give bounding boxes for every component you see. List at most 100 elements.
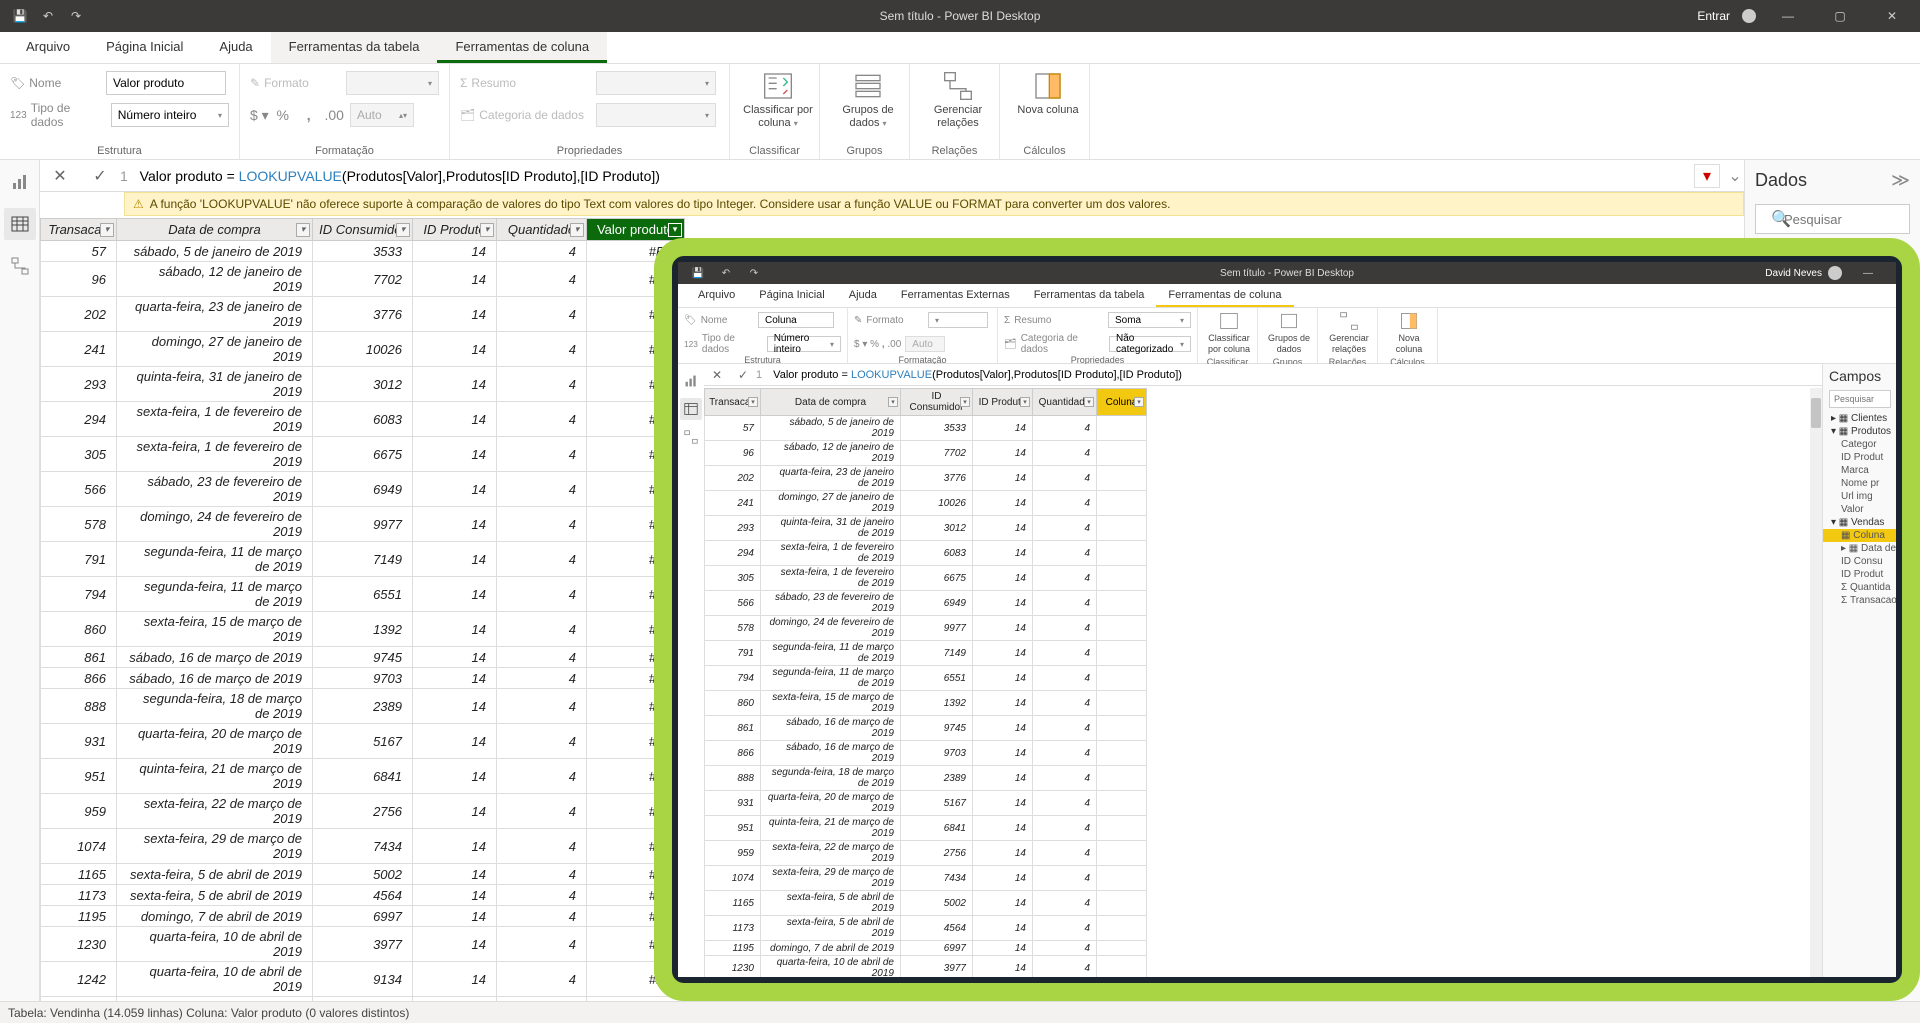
menubar: Arquivo Página Inicial Ajuda Ferramentas…: [0, 32, 1920, 64]
table-row[interactable]: 1230quarta-feira, 10 de abril de 2019397…: [41, 927, 685, 962]
minimize-icon[interactable]: —: [1768, 0, 1808, 32]
table-row[interactable]: 861sábado, 16 de março de 20199745144#ER: [41, 647, 685, 668]
table-row[interactable]: 96sábado, 12 de janeiro de 20197702144#E…: [41, 262, 685, 297]
table-row[interactable]: 578domingo, 24 de fevereiro de 201999771…: [41, 507, 685, 542]
collapse-pane-icon[interactable]: ≫: [1891, 170, 1910, 191]
table-row[interactable]: 202quarta-feira, 23 de janeiro de 201937…: [41, 297, 685, 332]
o-tab-help: Ajuda: [837, 284, 889, 307]
o-min-icon: —: [1848, 262, 1888, 289]
sort-icon: [762, 70, 794, 102]
table-row[interactable]: 959sexta-feira, 22 de março de 201927561…: [41, 794, 685, 829]
formula-commit-icon[interactable]: ✓: [80, 160, 120, 192]
o-table-row: 1195domingo, 7 de abril de 20196997144: [705, 941, 1147, 956]
model-view-button[interactable]: [4, 250, 36, 282]
table-row[interactable]: 794segunda-feira, 11 de março de 2019655…: [41, 577, 685, 612]
o-table-row: 293quinta-feira, 31 de janeiro de 201930…: [705, 516, 1147, 541]
table-row[interactable]: 1242quarta-feira, 10 de abril de 2019913…: [41, 962, 685, 997]
table-row[interactable]: 866sábado, 16 de março de 20199703144#ER: [41, 668, 685, 689]
formula-input[interactable]: 1 Valor produto = LOOKUPVALUE(Produtos[V…: [120, 168, 1694, 184]
avatar-icon[interactable]: [1742, 9, 1756, 23]
warning-icon: ⚠: [133, 197, 144, 211]
o-table-row: 951quinta-feira, 21 de março de 20196841…: [705, 816, 1147, 841]
data-view-button[interactable]: [4, 208, 36, 240]
relations-button[interactable]: Gerenciar relações: [920, 70, 996, 130]
report-view-button[interactable]: [4, 166, 36, 198]
table-row[interactable]: 1165sexta-feira, 5 de abril de 201950021…: [41, 864, 685, 885]
search-icon: 🔍: [1771, 209, 1791, 229]
table-row[interactable]: 57sábado, 5 de janeiro de 20193533144#ER: [41, 241, 685, 262]
formula-expand-icon[interactable]: ⌄: [1726, 166, 1744, 186]
category-select[interactable]: ▾: [596, 103, 716, 127]
o-table-row: 566sábado, 23 de fevereiro de 2019694914…: [705, 591, 1147, 616]
datatype-select[interactable]: Número inteiro▾: [111, 103, 229, 127]
o-fx-cancel: ✕: [704, 364, 730, 386]
o-fields-pane: Campos ▸ ▦ Clientes ▾ ▦ Produtos Categor…: [1822, 364, 1896, 977]
status-text: Tabela: Vendinha (14.059 linhas) Coluna:…: [8, 1006, 409, 1020]
tab-column-tools[interactable]: Ferramentas de coluna: [437, 32, 607, 63]
tab-help[interactable]: Ajuda: [201, 32, 270, 63]
table-row[interactable]: 888segunda-feira, 18 de março de 2019238…: [41, 689, 685, 724]
groups-button[interactable]: Grupos de dados ▾: [830, 70, 906, 130]
o-table-row: 1165sexta-feira, 5 de abril de 201950021…: [705, 891, 1147, 916]
summary-select[interactable]: ▾: [596, 71, 716, 95]
o-table-row: 305sexta-feira, 1 de fevereiro de 201966…: [705, 566, 1147, 591]
col-quantidade[interactable]: Quantidade▾: [497, 219, 587, 241]
col-idconsumidor[interactable]: ID Consumidor▾: [313, 219, 413, 241]
table-row[interactable]: 566sábado, 23 de fevereiro de 2019694914…: [41, 472, 685, 507]
name-input[interactable]: [106, 71, 226, 95]
sort-button[interactable]: Classificar por coluna ▾: [740, 70, 816, 130]
filter-icon[interactable]: ▾: [100, 223, 114, 237]
table-row[interactable]: 1195domingo, 7 de abril de 20196997144#E…: [41, 906, 685, 927]
table-row[interactable]: 241domingo, 27 de janeiro de 20191002614…: [41, 332, 685, 367]
table-row[interactable]: 305sexta-feira, 1 de fevereiro de 201966…: [41, 437, 685, 472]
group-groups: Grupos: [830, 145, 899, 157]
col-data[interactable]: Data de compra▾: [117, 219, 313, 241]
fields-title: Dados: [1755, 170, 1807, 191]
filter-icon[interactable]: ▾: [668, 223, 682, 237]
o-data-view: [680, 398, 702, 420]
table-row[interactable]: 951quinta-feira, 21 de março de 20196841…: [41, 759, 685, 794]
filter-icon[interactable]: ▾: [296, 223, 310, 237]
o-scrollbar: [1810, 388, 1822, 977]
tab-home[interactable]: Página Inicial: [88, 32, 201, 63]
tab-table-tools[interactable]: Ferramentas da tabela: [271, 32, 438, 63]
close-icon[interactable]: ✕: [1872, 0, 1912, 32]
format-symbols[interactable]: $ ▾ % , .00: [250, 107, 344, 124]
filter-icon[interactable]: ▾: [570, 223, 584, 237]
redo-icon[interactable]: ↷: [64, 4, 88, 28]
col-transacao[interactable]: Transacao▾: [41, 219, 117, 241]
save-icon[interactable]: 💾: [8, 4, 32, 28]
formula-cancel-icon[interactable]: ✕: [40, 160, 80, 192]
o-search-input: [1829, 390, 1891, 408]
o-tab-ext: Ferramentas Externas: [889, 284, 1022, 307]
table-row[interactable]: 294sexta-feira, 1 de fevereiro de 201960…: [41, 402, 685, 437]
table-row[interactable]: 931quarta-feira, 20 de março de 20195167…: [41, 724, 685, 759]
filter-icon[interactable]: ▾: [396, 223, 410, 237]
undo-icon[interactable]: ↶: [36, 4, 60, 28]
maximize-icon[interactable]: ▢: [1820, 0, 1860, 32]
table-row[interactable]: 860sexta-feira, 15 de março de 201913921…: [41, 612, 685, 647]
relations-icon: [942, 70, 974, 102]
format-select[interactable]: ▾: [346, 71, 439, 95]
o-table-row: 1074sexta-feira, 29 de março de 20197434…: [705, 866, 1147, 891]
o-save-icon: 💾: [686, 262, 710, 285]
formula-error-dropdown[interactable]: ▾: [1694, 164, 1720, 188]
o-table-row: 241domingo, 27 de janeiro de 20191002614…: [705, 491, 1147, 516]
col-idproduto[interactable]: ID Produto▾: [413, 219, 497, 241]
table-row[interactable]: 1074sexta-feira, 29 de março de 20197434…: [41, 829, 685, 864]
col-valorproduto[interactable]: Valor produto▾: [587, 219, 685, 241]
newcol-icon: [1032, 70, 1064, 102]
o-model-view: [680, 426, 702, 448]
o-report-view: [680, 370, 702, 392]
tab-file[interactable]: Arquivo: [8, 32, 88, 63]
decimals-select[interactable]: Auto▴▾: [350, 103, 414, 127]
signin-link[interactable]: Entrar: [1697, 9, 1730, 23]
category-label: 🗂 Categoria de dados: [460, 108, 590, 122]
table-row[interactable]: 791segunda-feira, 11 de março de 2019714…: [41, 542, 685, 577]
filter-icon[interactable]: ▾: [480, 223, 494, 237]
o-avatar-icon: [1828, 266, 1842, 280]
o-table-row: 860sexta-feira, 15 de março de 201913921…: [705, 691, 1147, 716]
table-row[interactable]: 293quinta-feira, 31 de janeiro de 201930…: [41, 367, 685, 402]
newcol-button[interactable]: Nova coluna: [1010, 70, 1086, 117]
table-row[interactable]: 1173sexta-feira, 5 de abril de 201945641…: [41, 885, 685, 906]
